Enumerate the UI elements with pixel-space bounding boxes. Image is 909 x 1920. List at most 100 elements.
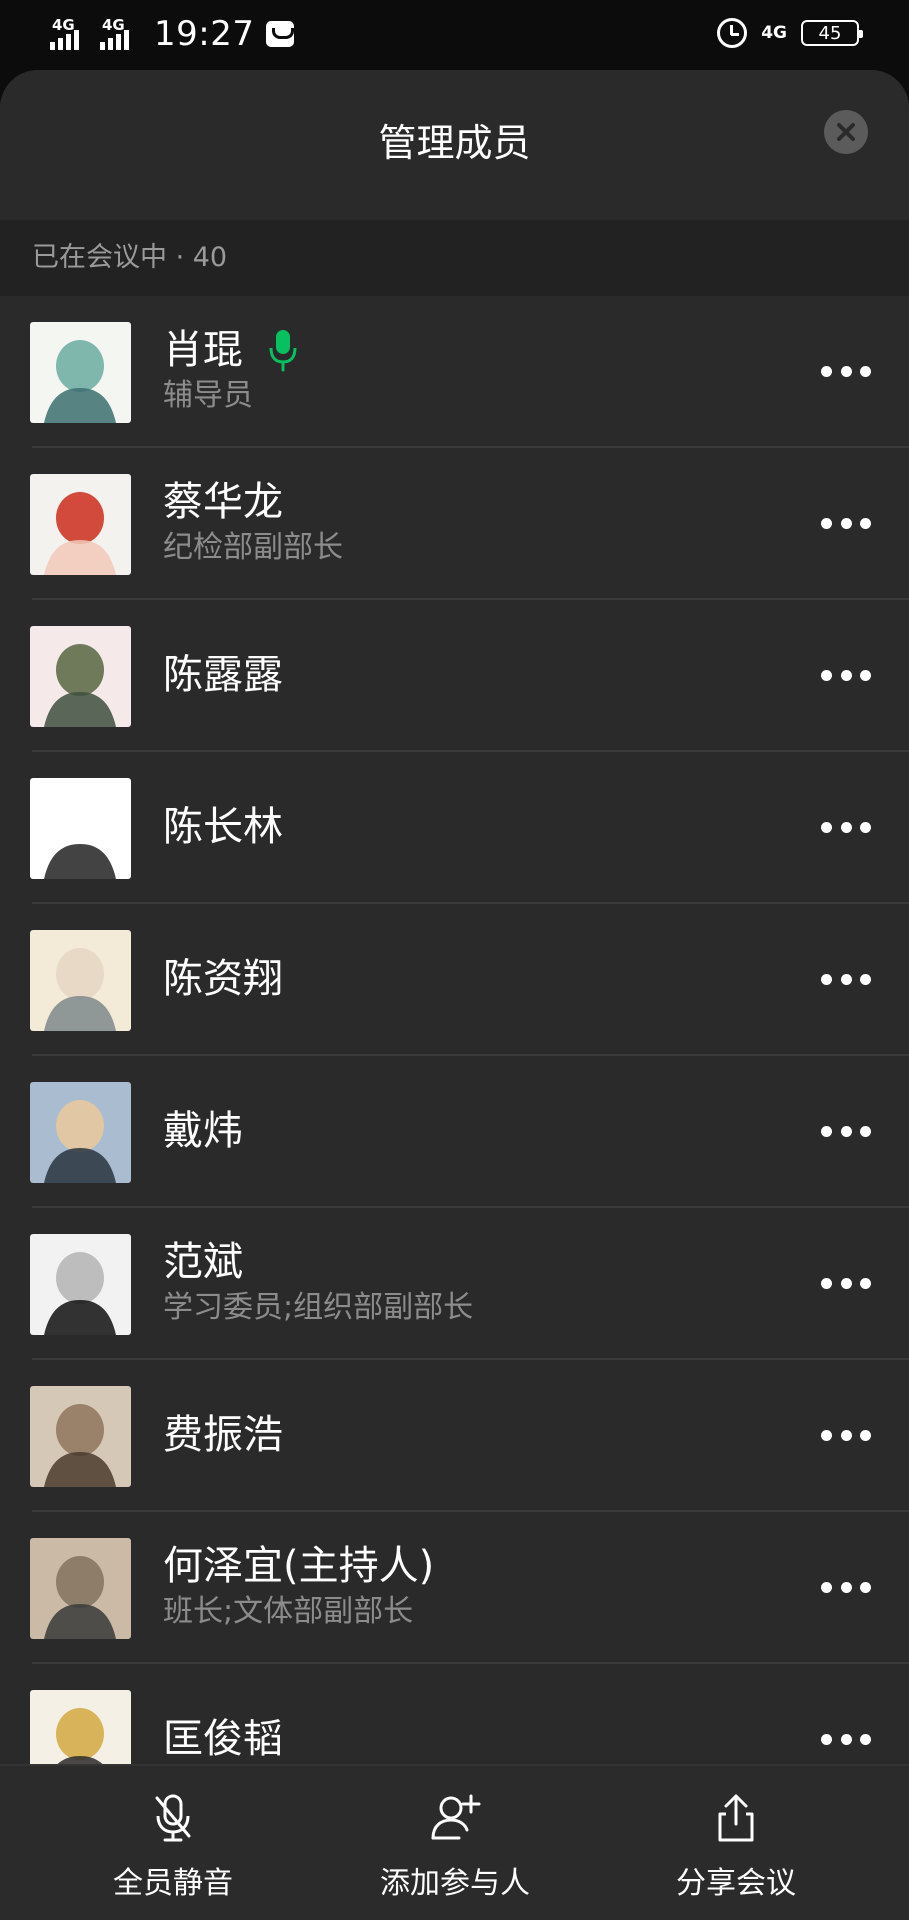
add-participant-label: 添加参与人 <box>380 1866 530 1901</box>
member-row[interactable]: 陈长林 <box>0 752 909 904</box>
avatar <box>30 626 131 727</box>
more-icon <box>860 821 871 833</box>
mute-all-label: 全员静音 <box>113 1866 233 1901</box>
member-name-text: 范斌 <box>163 1239 243 1285</box>
member-name-text: 费振浩 <box>163 1412 283 1458</box>
avatar <box>30 1234 131 1335</box>
more-icon <box>860 1125 871 1137</box>
more-icon <box>860 1733 871 1745</box>
member-name-text: 陈长林 <box>163 804 283 850</box>
member-name-text: 陈露露 <box>163 652 283 698</box>
member-name: 陈露露 <box>163 650 283 700</box>
member-name: 陈长林 <box>163 802 283 852</box>
status-time: 19:27 <box>154 14 255 54</box>
more-icon <box>860 973 871 985</box>
more-icon <box>840 669 852 681</box>
member-row[interactable]: 何泽宜(主持人) 班长;文体部副部长 <box>0 1512 909 1664</box>
close-icon <box>837 123 855 141</box>
more-icon <box>860 1277 871 1289</box>
mute-all-button[interactable]: 全员静音 <box>53 1766 293 1920</box>
more-options-button[interactable] <box>821 358 871 384</box>
more-options-button[interactable] <box>821 814 871 840</box>
more-options-button[interactable] <box>821 1270 871 1296</box>
member-name-text: 陈资翔 <box>163 956 283 1002</box>
member-info: 陈资翔 <box>163 904 283 1054</box>
share-meeting-button[interactable]: 分享会议 <box>616 1766 856 1920</box>
member-row[interactable]: 陈资翔 <box>0 904 909 1056</box>
member-name-text: 肖琨 <box>163 327 243 373</box>
member-name-text: 何泽宜(主持人) <box>163 1543 435 1589</box>
more-options-button[interactable] <box>821 510 871 536</box>
member-row[interactable]: 陈露露 <box>0 600 909 752</box>
more-icon <box>840 365 852 377</box>
share-meeting-label: 分享会议 <box>676 1866 796 1901</box>
more-icon <box>840 517 852 529</box>
member-row[interactable]: 肖琨 辅导员 <box>0 296 909 448</box>
member-role: 学习委员;组织部副部长 <box>163 1290 474 1325</box>
more-icon <box>840 821 852 833</box>
more-icon <box>821 1733 832 1745</box>
avatar <box>30 1538 131 1639</box>
more-options-button[interactable] <box>821 966 871 992</box>
member-list: 肖琨 辅导员蔡华龙纪检部副部长陈露露陈长林陈资翔戴炜范斌学习委员;组织部副部长费振… <box>0 296 909 1816</box>
member-name: 匡俊韬 <box>163 1714 283 1764</box>
network-type: 4G <box>761 23 787 43</box>
more-icon <box>840 1125 852 1137</box>
sheet-header: 管理成员 <box>0 70 909 220</box>
share-icon <box>718 1794 754 1842</box>
avatar <box>30 1082 131 1183</box>
member-name: 范斌 <box>163 1237 473 1287</box>
more-options-button[interactable] <box>821 1422 871 1448</box>
more-icon <box>860 1429 871 1441</box>
member-name-text: 戴炜 <box>163 1108 243 1154</box>
battery-icon: 45 <box>801 20 863 46</box>
member-info: 陈露露 <box>163 600 283 750</box>
member-row[interactable]: 范斌学习委员;组织部副部长 <box>0 1208 909 1360</box>
member-name: 戴炜 <box>163 1106 243 1156</box>
more-icon <box>821 669 832 681</box>
member-name-text: 蔡华龙 <box>163 479 283 525</box>
add-participant-button[interactable]: 添加参与人 <box>335 1766 575 1920</box>
more-icon <box>840 973 852 985</box>
member-info: 费振浩 <box>163 1360 283 1510</box>
avatar <box>30 930 131 1031</box>
bottom-toolbar: 全员静音 添加参与人 分享会议 <box>0 1764 909 1920</box>
member-info: 范斌学习委员;组织部副部长 <box>163 1208 473 1358</box>
more-options-button[interactable] <box>821 662 871 688</box>
more-options-button[interactable] <box>821 1118 871 1144</box>
member-row[interactable]: 费振浩 <box>0 1360 909 1512</box>
member-role: 纪检部副部长 <box>163 530 343 565</box>
more-icon <box>821 517 832 529</box>
more-icon <box>860 669 871 681</box>
avatar <box>30 778 131 879</box>
member-info: 戴炜 <box>163 1056 243 1206</box>
close-button[interactable] <box>824 110 868 154</box>
more-options-button[interactable] <box>821 1726 871 1752</box>
signal-icon: 4G <box>50 16 96 52</box>
member-name: 陈资翔 <box>163 954 283 1004</box>
more-icon <box>821 1125 832 1137</box>
more-icon <box>840 1277 852 1289</box>
avatar <box>30 1386 131 1487</box>
more-icon <box>821 1429 832 1441</box>
microphone-icon <box>269 328 297 372</box>
alarm-icon <box>717 18 748 48</box>
more-icon <box>840 1581 852 1593</box>
status-bar: 4G 4G 19:27 4G 45 <box>0 0 909 70</box>
member-row[interactable]: 戴炜 <box>0 1056 909 1208</box>
more-icon <box>821 973 832 985</box>
battery-level: 45 <box>818 22 842 44</box>
avatar <box>30 322 131 423</box>
member-info: 蔡华龙 纪检部副部长 <box>163 448 343 598</box>
member-name-text: 匡俊韬 <box>163 1716 283 1762</box>
microphone-off-icon <box>155 1794 191 1842</box>
more-icon <box>860 517 871 529</box>
avatar <box>30 474 131 575</box>
member-row[interactable]: 蔡华龙 纪检部副部长 <box>0 448 909 600</box>
more-options-button[interactable] <box>821 1574 871 1600</box>
more-icon <box>821 365 832 377</box>
member-info: 陈长林 <box>163 752 283 902</box>
add-user-icon <box>431 1794 481 1840</box>
member-name: 费振浩 <box>163 1410 283 1460</box>
member-role: 班长;文体部副部长 <box>163 1594 414 1629</box>
